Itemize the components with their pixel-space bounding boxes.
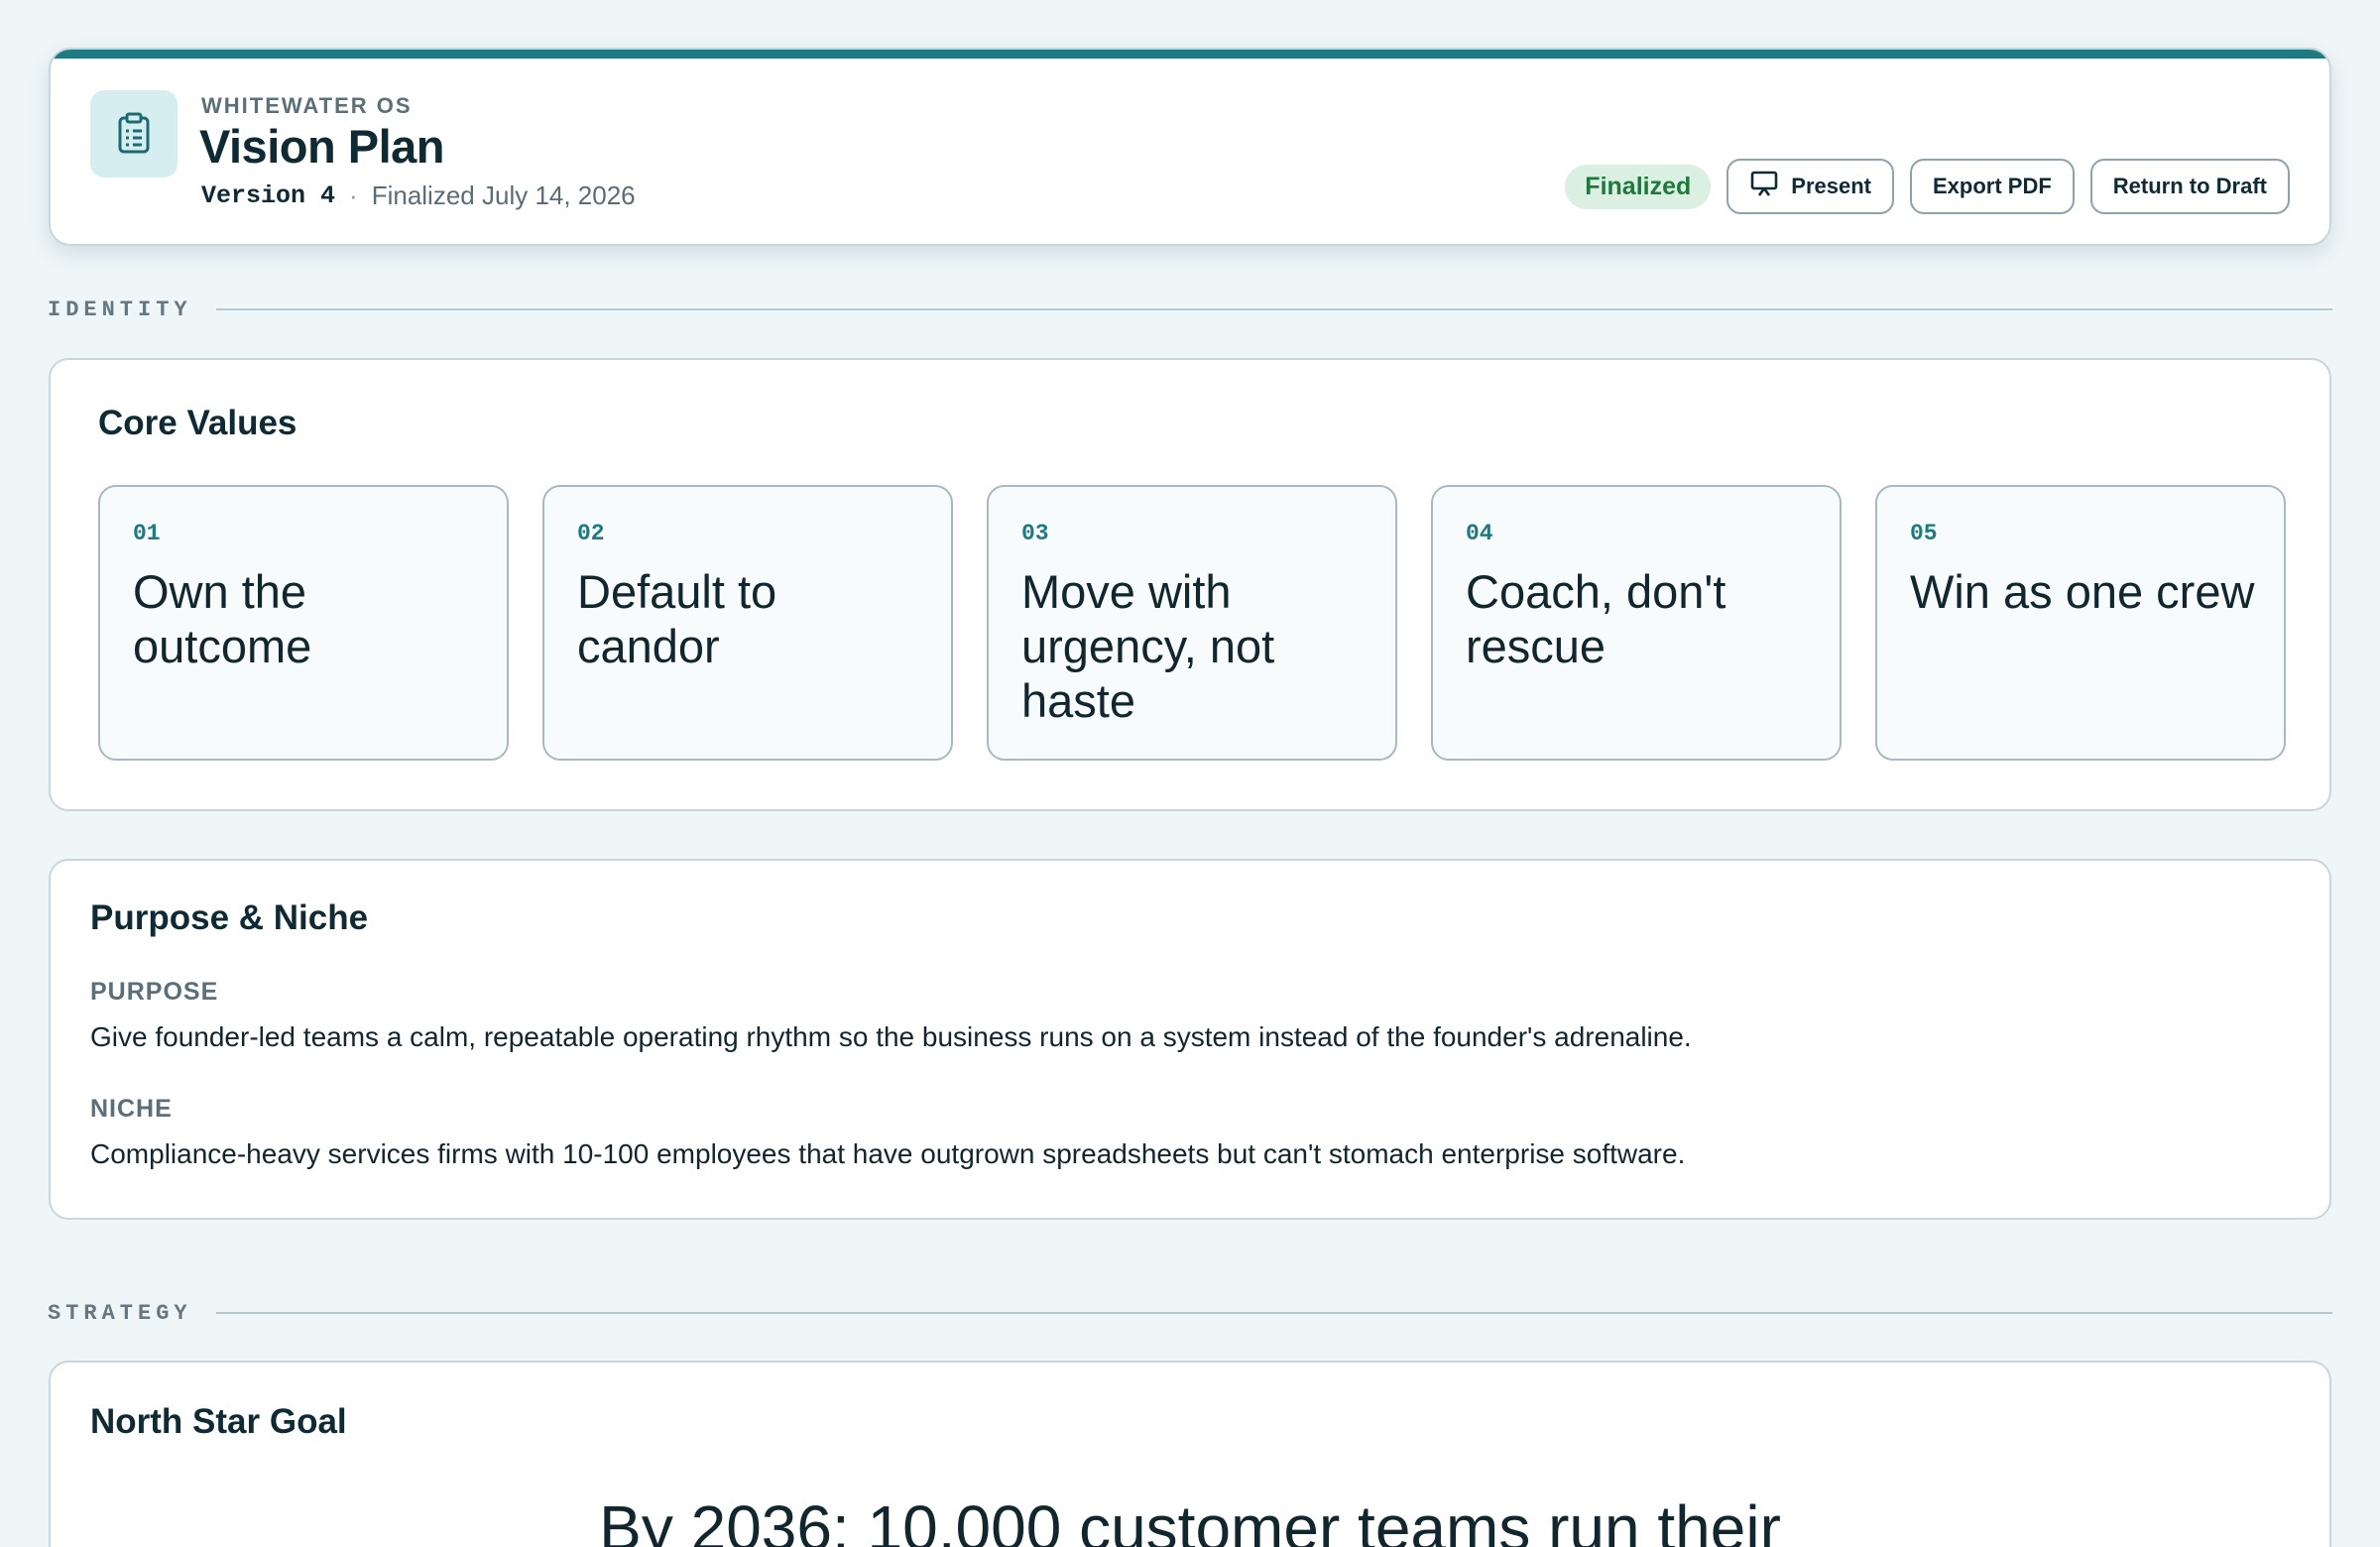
north-star-title: North Star Goal xyxy=(90,1402,347,1441)
niche-label: NICHE xyxy=(90,1095,173,1123)
core-value-card: 04 Coach, don't rescue xyxy=(1431,485,1842,761)
core-value-card: 01 Own the outcome xyxy=(98,485,509,761)
core-values-card: Core Values 01 Own the outcome 02 Defaul… xyxy=(49,358,2331,811)
section-identity: IDENTITY xyxy=(48,295,2332,324)
page-title: Vision Plan xyxy=(199,120,445,173)
section-divider xyxy=(215,1312,2332,1314)
plan-header: WHITEWATER OS Vision Plan Version 4 · Fi… xyxy=(49,48,2331,246)
purpose-niche-title: Purpose & Niche xyxy=(90,898,369,937)
purpose-niche-card: Purpose & Niche PURPOSE Give founder-led… xyxy=(49,859,2331,1220)
niche-text: Compliance-heavy services firms with 10-… xyxy=(90,1138,1686,1169)
section-divider xyxy=(215,308,2332,310)
core-values-list: 01 Own the outcome 02 Default to candor … xyxy=(98,485,2286,761)
core-value-text: Default to candor xyxy=(577,565,777,672)
north-star-text: By 2036: 10,000 customer teams run their xyxy=(599,1492,1781,1547)
core-value-number: 01 xyxy=(133,521,161,546)
core-value-card: 03 Move with urgency, not haste xyxy=(987,485,1397,761)
presentation-icon xyxy=(1749,169,1779,204)
core-value-text: Own the outcome xyxy=(133,565,312,672)
section-strategy: STRATEGY xyxy=(48,1298,2332,1328)
return-to-draft-button[interactable]: Return to Draft xyxy=(2089,159,2290,214)
core-value-number: 03 xyxy=(1021,521,1049,546)
export-pdf-button[interactable]: Export PDF xyxy=(1909,159,2075,214)
plan-meta: Version 4 · Finalized July 14, 2026 xyxy=(201,180,636,211)
clipboard-icon xyxy=(90,90,178,178)
app-name: WHITEWATER OS xyxy=(201,93,413,118)
core-value-card: 02 Default to candor xyxy=(542,485,953,761)
finalized-date: Finalized July 14, 2026 xyxy=(371,180,636,210)
core-value-number: 02 xyxy=(577,521,605,546)
core-value-number: 04 xyxy=(1466,521,1493,546)
core-value-text: Win as one crew xyxy=(1910,565,2255,618)
header-accent-bar xyxy=(51,50,2329,59)
present-button-label: Present xyxy=(1791,174,1871,198)
north-star-card: North Star Goal By 2036: 10,000 customer… xyxy=(49,1361,2331,1547)
section-strategy-label: STRATEGY xyxy=(48,1300,192,1326)
core-value-text: Coach, don't rescue xyxy=(1466,565,1726,672)
meta-separator: · xyxy=(349,180,358,210)
vision-plan-page: WHITEWATER OS Vision Plan Version 4 · Fi… xyxy=(0,0,2380,1547)
header-actions: Finalized Present Export PDF Return to D… xyxy=(1565,159,2290,214)
purpose-label: PURPOSE xyxy=(90,978,219,1006)
version-label: Version 4 xyxy=(201,181,336,210)
purpose-text: Give founder-led teams a calm, repeatabl… xyxy=(90,1021,1692,1052)
present-button[interactable]: Present xyxy=(1726,159,1894,214)
core-value-text: Move with urgency, not haste xyxy=(1021,565,1275,727)
core-value-number: 05 xyxy=(1910,521,1938,546)
core-values-title: Core Values xyxy=(98,404,298,442)
core-value-card: 05 Win as one crew xyxy=(1875,485,2286,761)
status-badge: Finalized xyxy=(1565,164,1712,209)
section-identity-label: IDENTITY xyxy=(48,297,192,322)
